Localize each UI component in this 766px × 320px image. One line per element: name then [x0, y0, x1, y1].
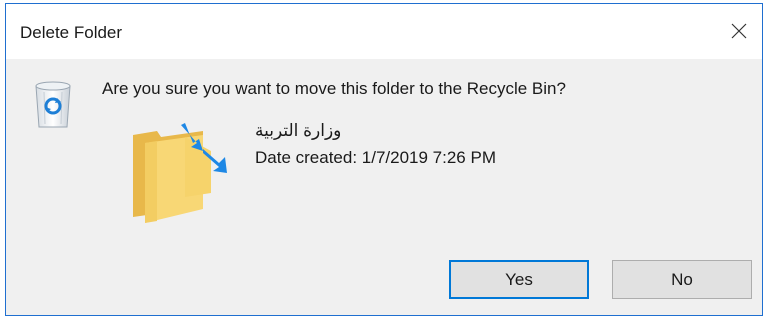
delete-folder-dialog: Delete Folder Are you sure you want to m… [5, 3, 763, 316]
dialog-content: Are you sure you want to move this folde… [6, 59, 762, 315]
yes-button[interactable]: Yes [449, 260, 589, 299]
close-icon [731, 23, 747, 39]
no-button[interactable]: No [612, 260, 752, 299]
recycle-bin-icon [35, 81, 71, 128]
close-button[interactable] [722, 14, 756, 48]
confirmation-question: Are you sure you want to move this folde… [102, 79, 566, 98]
folder-name: وزارة التربية [255, 121, 342, 140]
folder-icon [133, 123, 227, 223]
window-title: Delete Folder [20, 23, 123, 42]
title-bar[interactable]: Delete Folder [6, 4, 762, 59]
date-created: Date created: 1/7/2019 7:26 PM [255, 148, 496, 167]
